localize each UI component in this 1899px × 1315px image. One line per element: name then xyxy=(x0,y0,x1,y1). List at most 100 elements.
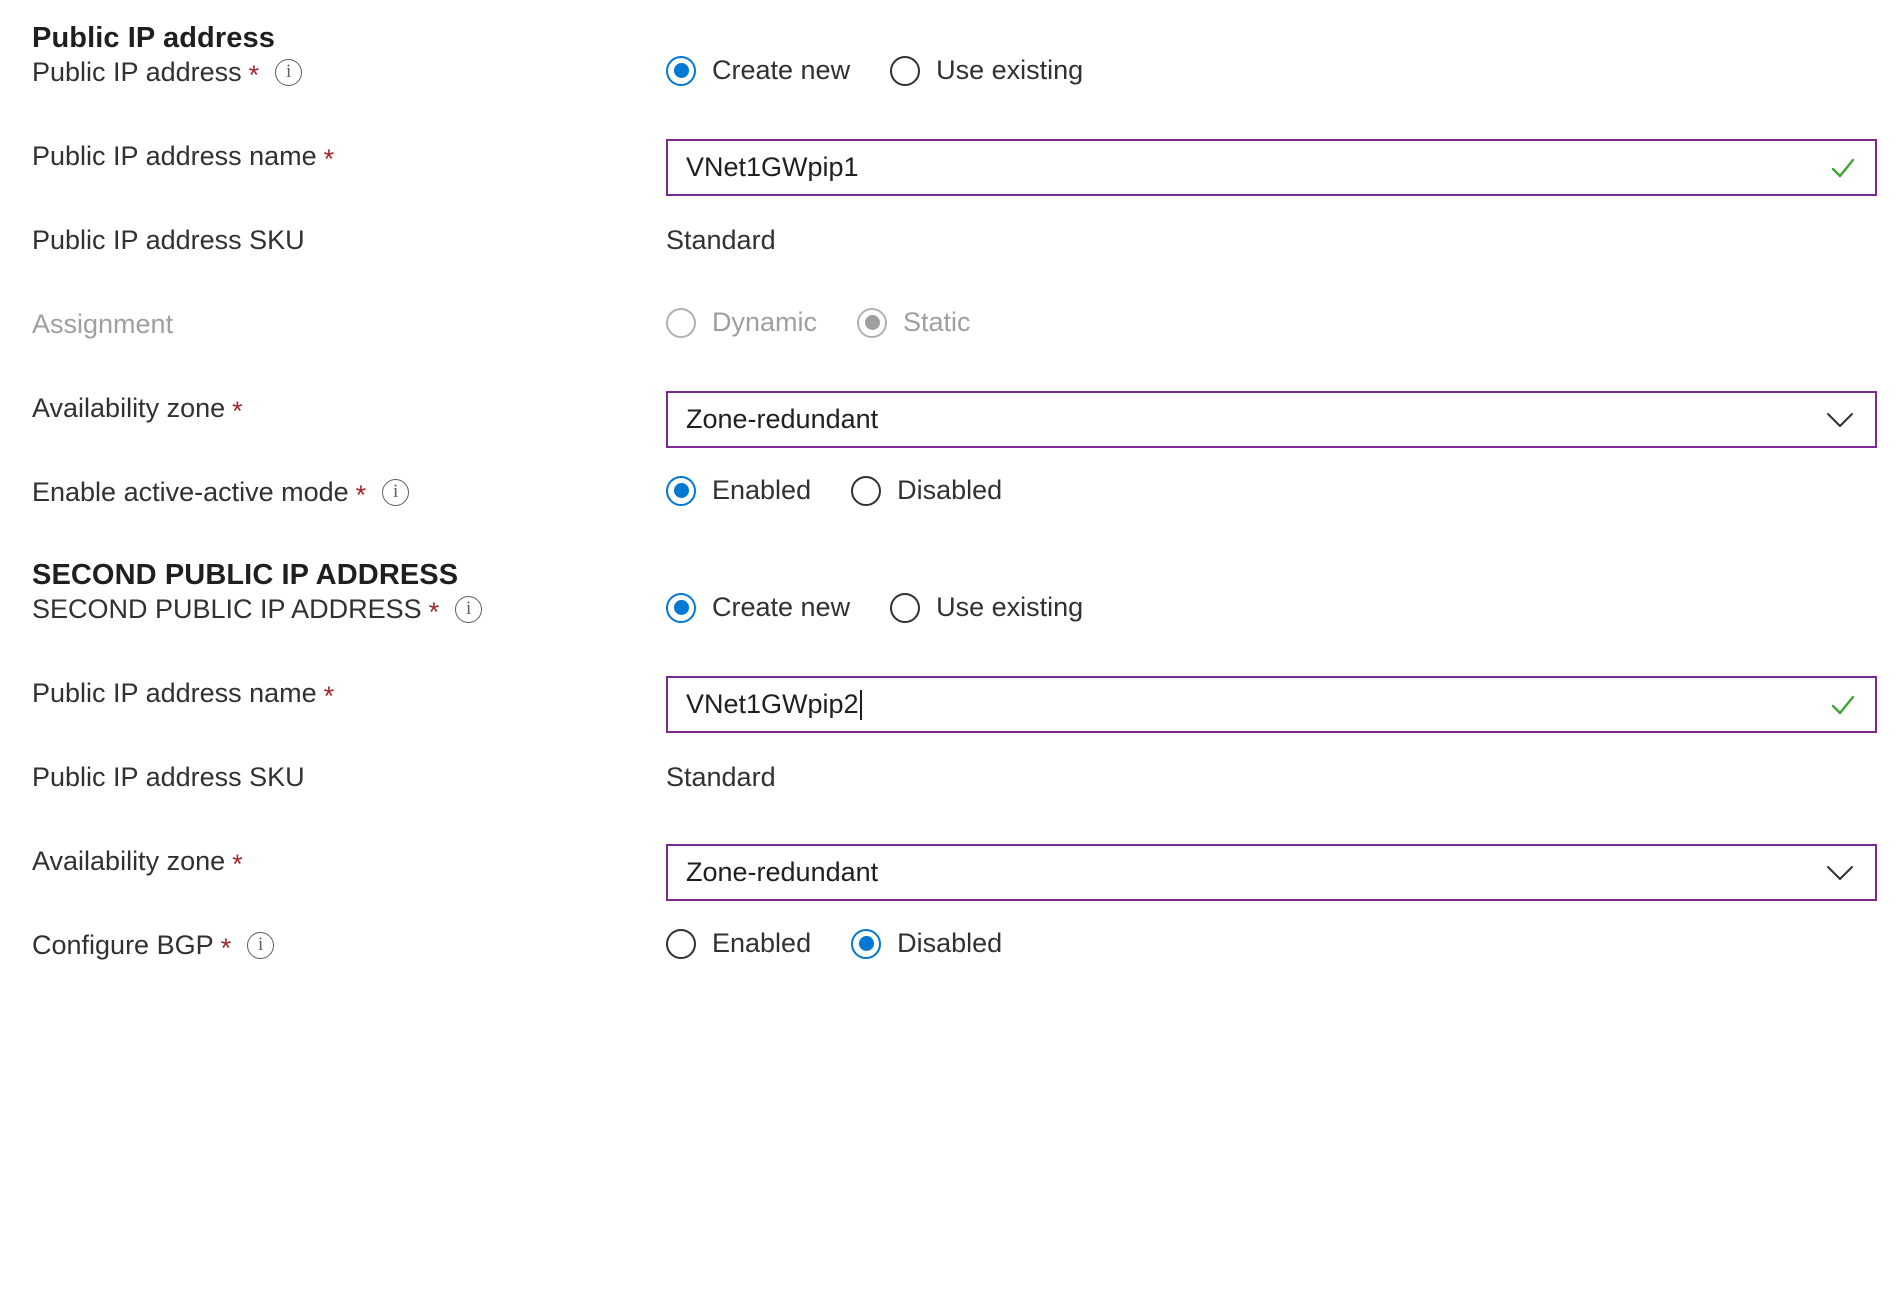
field-control: Standard xyxy=(666,223,1899,257)
radio-option[interactable]: Create new xyxy=(666,592,850,623)
field-control: VNet1GWpip2 xyxy=(666,676,1899,733)
field-control: Create new Use existing xyxy=(666,55,1899,86)
required-asterisk: * xyxy=(221,935,232,962)
radio-group: Dynamic Static xyxy=(666,307,971,338)
radio-label: Static xyxy=(903,307,971,338)
required-asterisk: * xyxy=(356,482,367,509)
field-control: Zone-redundant xyxy=(666,391,1899,448)
form-row: Public IP address SKU Standard xyxy=(0,760,1899,844)
section-heading: Public IP address xyxy=(0,22,1899,55)
field-label: Configure BGP*i xyxy=(32,928,666,962)
static-value: Standard xyxy=(666,760,776,794)
field-label: Public IP address * i xyxy=(32,55,666,89)
form-row: Public IP address * i Create new Use existin… xyxy=(0,55,1899,139)
radio-option[interactable]: Enabled xyxy=(666,475,811,506)
field-label: Enable active-active mode * i xyxy=(32,475,666,509)
radio-group: Create new Use existing xyxy=(666,55,1083,86)
field-label-text: Public IP address xyxy=(32,55,242,89)
form-row: Public IP address SKU Standard xyxy=(0,223,1899,307)
field-label-text: Public IP address name xyxy=(32,676,317,710)
radio-label: Enabled xyxy=(712,928,811,959)
radio-mark[interactable] xyxy=(666,593,696,623)
static-value: Standard xyxy=(666,223,776,257)
info-icon-glyph: i xyxy=(466,599,471,618)
field-control: Create new Use existing xyxy=(666,592,1899,623)
radio-option[interactable]: Use existing xyxy=(890,592,1083,623)
radio-option: Static xyxy=(857,307,971,338)
dropdown[interactable]: Zone-redundant xyxy=(666,844,1877,901)
form-row: Configure BGP*iEnabledDisabled xyxy=(0,928,1899,1012)
required-asterisk: * xyxy=(324,146,335,173)
field-control: Standard xyxy=(666,760,1899,794)
radio-mark[interactable] xyxy=(666,476,696,506)
field-control: Zone-redundant xyxy=(666,844,1899,901)
field-control: Enabled Disabled xyxy=(666,475,1899,506)
chevron-down-icon[interactable] xyxy=(1825,862,1855,884)
radio-group: Enabled Disabled xyxy=(666,928,1002,959)
radio-mark xyxy=(857,308,887,338)
info-icon[interactable]: i xyxy=(275,59,302,86)
text-input-value: VNet1GWpip1 xyxy=(686,154,859,181)
field-label: Public IP address SKU xyxy=(32,760,666,794)
chevron-down-icon[interactable] xyxy=(1825,409,1855,431)
radio-group: Enabled Disabled xyxy=(666,475,1002,506)
radio-mark[interactable] xyxy=(666,56,696,86)
field-control: Dynamic Static xyxy=(666,307,1899,338)
radio-option[interactable]: Use existing xyxy=(890,55,1083,86)
radio-option[interactable]: Enabled xyxy=(666,928,811,959)
text-input[interactable]: VNet1GWpip2 xyxy=(666,676,1877,733)
radio-label: Create new xyxy=(712,55,850,86)
required-asterisk: * xyxy=(324,683,335,710)
radio-mark[interactable] xyxy=(851,929,881,959)
check-icon xyxy=(1829,691,1857,719)
form-row: Public IP address name * VNet1GWpip2 xyxy=(0,676,1899,760)
dropdown-value: Zone-redundant xyxy=(686,859,878,886)
radio-option[interactable]: Create new xyxy=(666,55,850,86)
text-input-value: VNet1GWpip2 xyxy=(686,691,859,718)
radio-option[interactable]: Disabled xyxy=(851,475,1002,506)
field-label: Public IP address name * xyxy=(32,139,666,173)
field-label: Assignment xyxy=(32,307,666,341)
section-heading: SECOND PUBLIC IP ADDRESS xyxy=(0,559,1899,592)
field-label-text: SECOND PUBLIC IP ADDRESS xyxy=(32,592,422,626)
radio-label: Use existing xyxy=(936,55,1083,86)
field-label: Public IP address SKU xyxy=(32,223,666,257)
radio-label: Enabled xyxy=(712,475,811,506)
field-label-text: Public IP address SKU xyxy=(32,223,305,257)
form-row: SECOND PUBLIC IP ADDRESS*iCreate newUse … xyxy=(0,592,1899,676)
form-row: Enable active-active mode * i Enabled Disabl… xyxy=(0,475,1899,559)
radio-mark[interactable] xyxy=(851,476,881,506)
radio-option: Dynamic xyxy=(666,307,817,338)
field-control: Enabled Disabled xyxy=(666,928,1899,959)
field-label-text: Public IP address SKU xyxy=(32,760,305,794)
form-row: Availability zone* Zone-redundant xyxy=(0,844,1899,928)
field-label-text: Availability zone xyxy=(32,391,225,425)
radio-label: Create new xyxy=(712,592,850,623)
text-input[interactable]: VNet1GWpip1 xyxy=(666,139,1877,196)
form-row: Availability zone * Zone-redundant xyxy=(0,391,1899,475)
field-label-text: Enable active-active mode xyxy=(32,475,349,509)
info-icon-glyph: i xyxy=(286,62,291,81)
check-icon xyxy=(1829,154,1857,182)
form-row: AssignmentDynamic Static xyxy=(0,307,1899,391)
dropdown[interactable]: Zone-redundant xyxy=(666,391,1877,448)
required-asterisk: * xyxy=(232,398,243,425)
radio-option[interactable]: Disabled xyxy=(851,928,1002,959)
radio-mark[interactable] xyxy=(890,593,920,623)
field-label-text: Public IP address name xyxy=(32,139,317,173)
field-label: Availability zone* xyxy=(32,844,666,878)
radio-group: Create new Use existing xyxy=(666,592,1083,623)
radio-label: Use existing xyxy=(936,592,1083,623)
radio-label: Disabled xyxy=(897,928,1002,959)
public-ip-address-form: Public IP addressPublic IP address * i Crea… xyxy=(0,22,1899,1012)
required-asterisk: * xyxy=(249,62,260,89)
radio-mark[interactable] xyxy=(666,929,696,959)
info-icon[interactable]: i xyxy=(247,932,274,959)
text-caret xyxy=(860,690,862,720)
info-icon-glyph: i xyxy=(258,935,263,954)
radio-label: Disabled xyxy=(897,475,1002,506)
radio-mark[interactable] xyxy=(890,56,920,86)
info-icon[interactable]: i xyxy=(382,479,409,506)
info-icon-glyph: i xyxy=(393,482,398,501)
info-icon[interactable]: i xyxy=(455,596,482,623)
